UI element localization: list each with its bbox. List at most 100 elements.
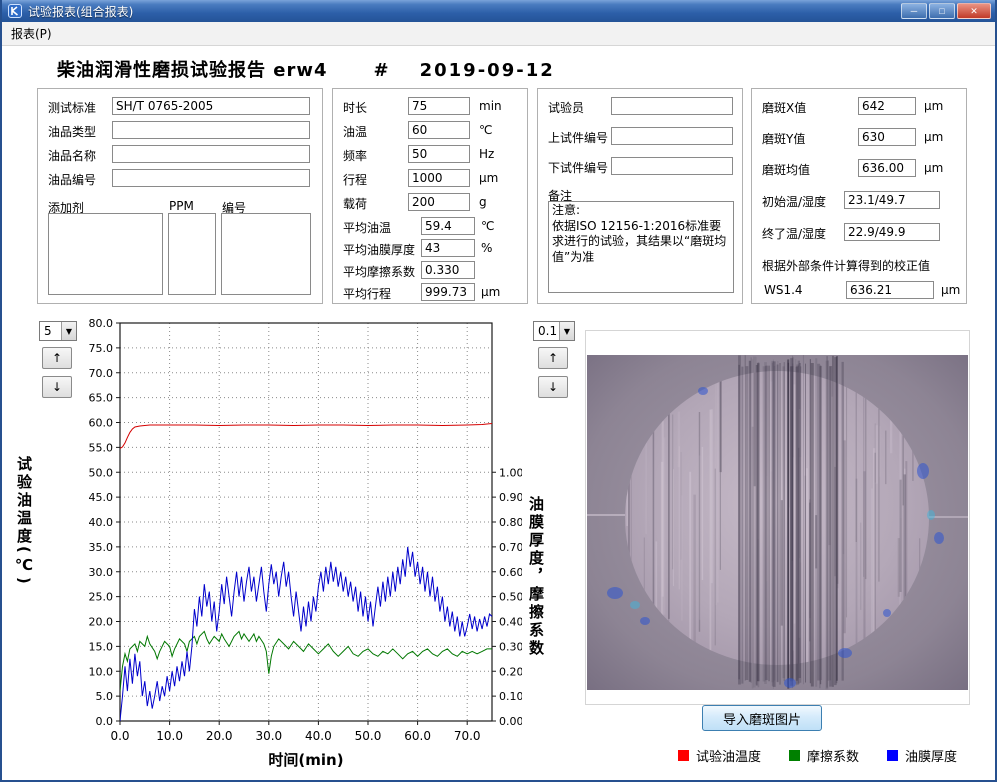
param-label: 油温 — [343, 123, 367, 140]
result-input[interactable] — [858, 128, 916, 146]
param-label: 平均油温 — [343, 219, 391, 236]
svg-text:50.0: 50.0 — [355, 729, 382, 743]
test-params-group: 时长min油温℃频率Hz行程μm载荷g平均油温℃平均油膜厚度%平均摩擦系数平均行… — [332, 88, 528, 304]
svg-text:0.90: 0.90 — [499, 491, 522, 504]
svg-text:20.0: 20.0 — [206, 729, 233, 743]
right-axis-up-button[interactable]: ↑ — [538, 347, 568, 369]
svg-text:30.0: 30.0 — [255, 729, 282, 743]
sample-field-input[interactable] — [112, 121, 310, 139]
param-input[interactable] — [421, 283, 475, 301]
svg-text:70.0: 70.0 — [454, 729, 481, 743]
ws-value-input[interactable] — [846, 281, 934, 299]
param-input[interactable] — [421, 239, 475, 257]
svg-text:35.0: 35.0 — [89, 541, 114, 554]
ppm-input[interactable] — [168, 213, 216, 295]
result-input[interactable] — [858, 97, 916, 115]
svg-text:50.0: 50.0 — [89, 466, 114, 479]
svg-text:70.0: 70.0 — [89, 367, 114, 380]
right-axis-step-value: 0.1 — [534, 324, 559, 338]
left-axis-up-button[interactable]: ↑ — [42, 347, 72, 369]
param-input[interactable] — [408, 193, 470, 211]
legend-swatch-red — [678, 750, 689, 761]
operator-field-input[interactable] — [611, 97, 733, 115]
result-unit: μm — [924, 99, 943, 113]
param-label: 平均油膜厚度 — [343, 241, 415, 258]
operator-field-label: 试验员 — [548, 99, 584, 116]
sample-field-label: 测试标准 — [48, 99, 96, 116]
legend-swatch-green — [789, 750, 800, 761]
svg-text:0.30: 0.30 — [499, 640, 522, 653]
app-icon — [8, 4, 22, 18]
chart-legend: 试验油温度 摩擦系数 油膜厚度 — [678, 746, 957, 765]
operator-field-input[interactable] — [611, 157, 733, 175]
param-input[interactable] — [408, 145, 470, 163]
param-input[interactable] — [408, 169, 470, 187]
minimize-button[interactable]: ─ — [901, 3, 927, 19]
sample-field-input[interactable] — [112, 97, 310, 115]
svg-text:60.0: 60.0 — [404, 729, 431, 743]
svg-text:25.0: 25.0 — [89, 591, 114, 604]
sample-field-label: 油品名称 — [48, 147, 96, 164]
param-unit: ℃ — [479, 123, 492, 137]
svg-text:10.0: 10.0 — [156, 729, 183, 743]
param-label: 载荷 — [343, 195, 367, 212]
close-button[interactable]: ✕ — [957, 3, 991, 19]
param-unit: Hz — [479, 147, 494, 161]
window-title: 试验报表(组合报表) — [28, 3, 133, 20]
operator-field-input[interactable] — [611, 127, 733, 145]
result-label: 磨斑均值 — [762, 161, 810, 178]
svg-text:30.0: 30.0 — [89, 566, 114, 579]
result-input[interactable] — [844, 223, 940, 241]
sample-field-input[interactable] — [112, 145, 310, 163]
report-title-separator: # — [374, 60, 390, 81]
svg-text:0.0: 0.0 — [110, 729, 129, 743]
app-window: 试验报表(组合报表) ─ □ ✕ 报表(P) 柴油润滑性磨损试验报告 erw4 … — [0, 0, 997, 782]
param-label: 平均行程 — [343, 285, 391, 302]
legend-label-oil-temp: 试验油温度 — [696, 746, 761, 765]
result-input[interactable] — [844, 191, 940, 209]
param-input[interactable] — [421, 261, 475, 279]
scar-image-panel — [585, 330, 970, 705]
additive-input[interactable] — [48, 213, 163, 295]
sample-info-group: 添加剂 PPM 编号 测试标准油品类型油品名称油品编号 — [37, 88, 323, 304]
right-axis-step-combo[interactable]: 0.1 ▼ — [533, 321, 575, 341]
chevron-down-icon[interactable]: ▼ — [559, 322, 574, 340]
legend-item-friction: 摩擦系数 — [789, 746, 859, 765]
param-input[interactable] — [408, 121, 470, 139]
svg-text:0.10: 0.10 — [499, 690, 522, 703]
ws-unit: μm — [941, 283, 960, 297]
right-axis-title: 油膜厚度，摩擦系数 — [526, 496, 547, 658]
svg-text:0.20: 0.20 — [499, 665, 522, 678]
svg-text:15.0: 15.0 — [89, 640, 114, 653]
import-scar-image-button[interactable]: 导入磨斑图片 — [702, 705, 822, 731]
param-unit: μm — [479, 171, 498, 185]
param-label: 平均摩擦系数 — [343, 263, 415, 280]
result-input[interactable] — [858, 159, 916, 177]
legend-swatch-blue — [887, 750, 898, 761]
sample-field-input[interactable] — [112, 169, 310, 187]
report-date: 2019-09-12 — [420, 60, 555, 81]
param-input[interactable] — [421, 217, 475, 235]
maximize-button[interactable]: □ — [929, 3, 955, 19]
chevron-down-icon[interactable]: ▼ — [61, 322, 76, 340]
right-axis-down-button[interactable]: ↓ — [538, 376, 568, 398]
svg-text:0.40: 0.40 — [499, 616, 522, 629]
svg-text:0.0: 0.0 — [96, 715, 114, 728]
additive-no-input[interactable] — [221, 213, 311, 295]
ws-label: WS1.4 — [764, 283, 803, 297]
svg-text:0.50: 0.50 — [499, 591, 522, 604]
svg-text:0.60: 0.60 — [499, 566, 522, 579]
svg-text:55.0: 55.0 — [89, 441, 114, 454]
svg-text:65.0: 65.0 — [89, 392, 114, 405]
svg-text:20.0: 20.0 — [89, 616, 114, 629]
svg-text:45.0: 45.0 — [89, 491, 114, 504]
remark-input[interactable]: 注意: 依据ISO 12156-1:2016标准要求进行的试验，其结果以“磨斑均… — [548, 201, 734, 293]
param-input[interactable] — [408, 97, 470, 115]
menu-report[interactable]: 报表(P) — [2, 22, 61, 45]
operator-group: 备注 注意: 依据ISO 12156-1:2016标准要求进行的试验，其结果以“… — [537, 88, 743, 304]
sample-field-label: 油品编号 — [48, 171, 96, 188]
report-title-text: 柴油润滑性磨损试验报告 erw4 — [57, 56, 328, 82]
result-unit: μm — [924, 161, 943, 175]
left-axis-down-button[interactable]: ↓ — [42, 376, 72, 398]
left-axis-step-combo[interactable]: 5 ▼ — [39, 321, 77, 341]
